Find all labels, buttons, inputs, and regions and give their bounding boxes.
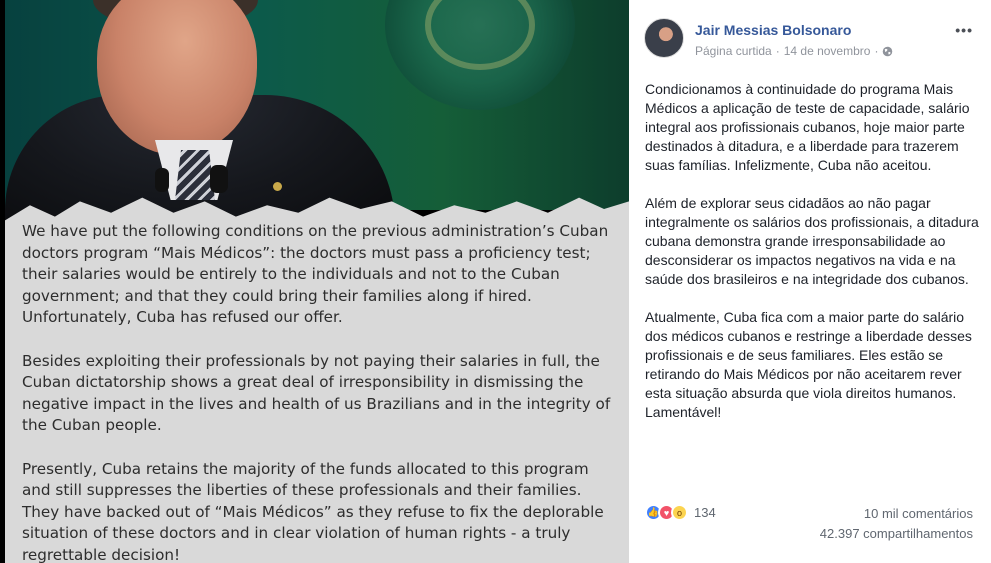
post-paragraph: Condicionamos à continuidade do programa… — [645, 81, 970, 173]
meta-separator: · — [874, 44, 879, 58]
meta-separator: · — [775, 44, 780, 58]
post-paragraph: Atualmente, Cuba fica com a maior parte … — [645, 309, 972, 420]
avatar[interactable] — [644, 18, 684, 58]
microphone-icon — [210, 165, 228, 193]
image-paragraph: We have put the following conditions on … — [22, 222, 609, 327]
post-paragraph: Além de explorar seus cidadãos ao não pa… — [645, 195, 979, 287]
more-options-button[interactable]: ••• — [955, 22, 973, 38]
lapel-pin — [273, 182, 282, 191]
microphone-icon — [155, 168, 169, 192]
post-meta: Página curtida · 14 de novembro · — [695, 44, 893, 58]
wow-icon: o — [671, 504, 688, 521]
post-date[interactable]: 14 de novembro — [784, 44, 871, 58]
image-caption-text: We have put the following conditions on … — [22, 221, 622, 563]
post-panel: Jair Messias Bolsonaro Página curtida · … — [629, 0, 991, 563]
photo-viewer: We have put the following conditions on … — [0, 0, 991, 563]
reaction-count: 134 — [694, 505, 716, 520]
post-text: Condicionamos à continuidade do programa… — [645, 80, 980, 441]
tie — [175, 150, 215, 200]
image-paragraph: Presently, Cuba retains the majority of … — [22, 459, 604, 563]
image-paragraph: Besides exploiting their professionals b… — [22, 351, 611, 435]
speaker-photo — [5, 0, 629, 225]
author-name[interactable]: Jair Messias Bolsonaro — [695, 22, 851, 38]
globe-icon[interactable] — [882, 46, 893, 57]
page-type: Página curtida — [695, 44, 772, 58]
shares-count-link[interactable]: 42.397 compartilhamentos — [820, 526, 973, 541]
reactions-summary[interactable]: 👍 ♥ o 134 — [645, 504, 716, 521]
comments-count-link[interactable]: 10 mil comentários — [864, 506, 973, 521]
